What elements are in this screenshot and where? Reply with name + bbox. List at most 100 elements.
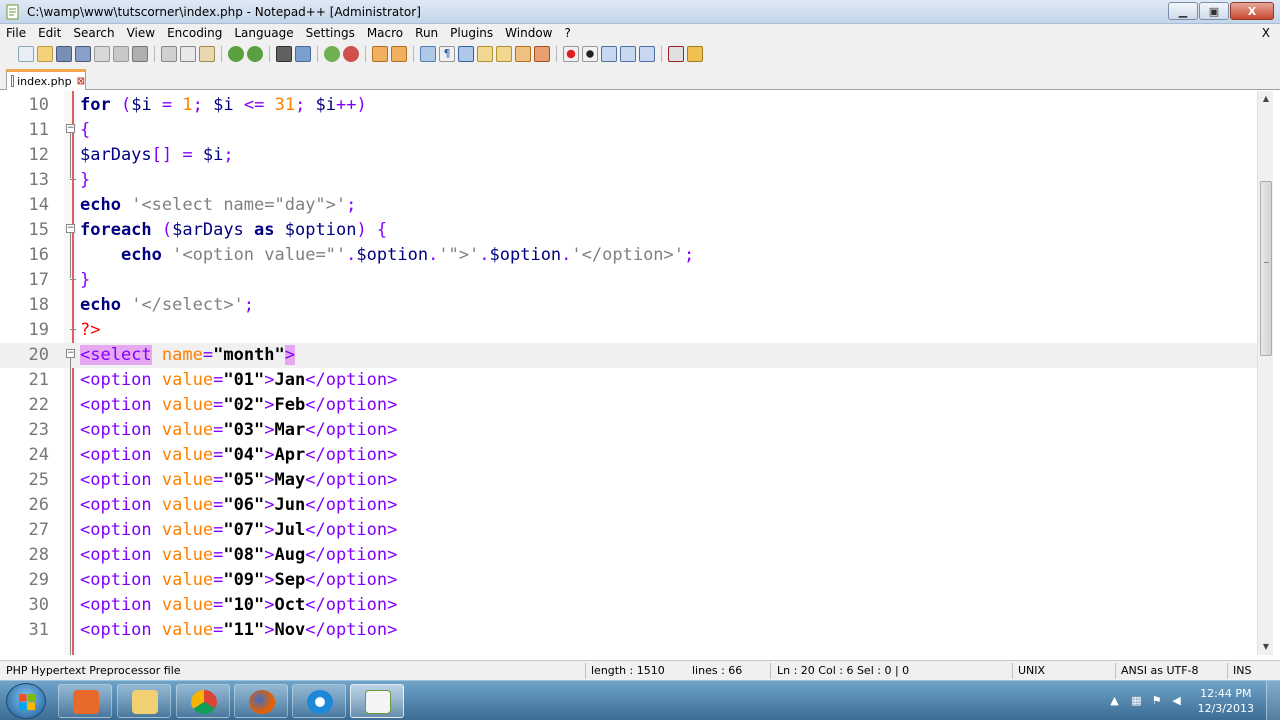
taskbar-chrome[interactable]: [176, 684, 230, 718]
document-map-icon[interactable]: [496, 46, 512, 62]
code-line[interactable]: 27 <option value="07">Jul</option>: [0, 518, 1257, 543]
zoom-out-icon[interactable]: [343, 46, 359, 62]
print-icon[interactable]: [132, 46, 148, 62]
close-all-icon[interactable]: [113, 46, 129, 62]
code-line[interactable]: 19 ?>: [0, 318, 1257, 343]
scroll-up-arrow-icon[interactable]: ▲: [1258, 91, 1274, 107]
menu-search[interactable]: Search: [67, 24, 120, 43]
record-macro-icon[interactable]: [563, 46, 579, 62]
open-file-icon[interactable]: [37, 46, 53, 62]
taskbar-internet-explorer[interactable]: [292, 684, 346, 718]
code-line[interactable]: 17 }: [0, 268, 1257, 293]
replace-icon[interactable]: [295, 46, 311, 62]
code-text: <option value="06">Jun</option>: [80, 495, 398, 515]
paste-icon[interactable]: [199, 46, 215, 62]
line-number: 20: [28, 345, 49, 365]
code-line[interactable]: 26 <option value="06">Jun</option>: [0, 493, 1257, 518]
indent-guide-icon[interactable]: [458, 46, 474, 62]
show-all-characters-icon[interactable]: ¶: [439, 46, 455, 62]
code-line[interactable]: 13 }: [0, 168, 1257, 193]
network-icon[interactable]: ▦: [1130, 694, 1143, 707]
menu-window[interactable]: Window: [499, 24, 558, 43]
code-line[interactable]: 29 <option value="09">Sep</option>: [0, 568, 1257, 593]
code-line[interactable]: 18 echo '</select>';: [0, 293, 1257, 318]
stop-recording-icon[interactable]: [582, 46, 598, 62]
playback-macro-icon[interactable]: [601, 46, 617, 62]
word-wrap-icon[interactable]: [420, 46, 436, 62]
code-line[interactable]: 30 <option value="10">Oct</option>: [0, 593, 1257, 618]
clock[interactable]: 12:44 PM 12/3/2013: [1198, 686, 1254, 716]
save-icon[interactable]: [56, 46, 72, 62]
code-line[interactable]: 14 echo '<select name="day">';: [0, 193, 1257, 218]
zoom-in-icon[interactable]: [324, 46, 340, 62]
menu-macro[interactable]: Macro: [361, 24, 409, 43]
menu-encoding[interactable]: Encoding: [161, 24, 228, 43]
undo-icon[interactable]: [228, 46, 244, 62]
code-text: echo '</select>';: [80, 295, 255, 315]
menu-plugins[interactable]: Plugins: [444, 24, 499, 43]
menu-file[interactable]: File: [0, 24, 32, 43]
code-line[interactable]: 16 echo '<option value="'.$option.'">'.$…: [0, 243, 1257, 268]
close-document-button[interactable]: X: [1262, 24, 1270, 43]
minimize-button[interactable]: ▁: [1168, 2, 1198, 20]
vertical-scrollbar[interactable]: ▲ ▼: [1257, 91, 1273, 655]
code-line[interactable]: 24 <option value="04">Apr</option>: [0, 443, 1257, 468]
fold-toggle-icon[interactable]: −: [66, 124, 75, 133]
menu-run[interactable]: Run: [409, 24, 444, 43]
line-number: 14: [28, 195, 49, 215]
taskbar-media-player[interactable]: [58, 684, 112, 718]
tab-index-php[interactable]: index.php ⊠: [6, 69, 86, 90]
show-desktop-button[interactable]: [1266, 681, 1280, 720]
code-line[interactable]: 25 <option value="05">May</option>: [0, 468, 1257, 493]
taskbar-notepad-plus-plus[interactable]: [350, 684, 404, 718]
menu-edit[interactable]: Edit: [32, 24, 67, 43]
spell-check-icon[interactable]: [668, 46, 684, 62]
menu-view[interactable]: View: [121, 24, 161, 43]
fold-toggle-icon[interactable]: −: [66, 224, 75, 233]
code-line[interactable]: 23 <option value="03">Mar</option>: [0, 418, 1257, 443]
code-text: <select name="month">: [80, 345, 296, 365]
code-line[interactable]: 15 − foreach ($arDays as $option) {: [0, 218, 1257, 243]
menu-help[interactable]: ?: [558, 24, 576, 43]
taskbar-firefox[interactable]: [234, 684, 288, 718]
sync-horizontal-icon[interactable]: [391, 46, 407, 62]
code-line[interactable]: 12 $arDays[] = $i;: [0, 143, 1257, 168]
scrollbar-thumb[interactable]: [1260, 181, 1272, 356]
code-editor[interactable]: 10 for ($i = 1; $i <= 31; $i++) 11 − { 1…: [0, 91, 1257, 655]
scroll-down-arrow-icon[interactable]: ▼: [1258, 639, 1274, 655]
line-number: 31: [28, 620, 49, 640]
copy-icon[interactable]: [180, 46, 196, 62]
action-center-icon[interactable]: ⚑: [1150, 694, 1163, 707]
code-line-current[interactable]: 20 − <select name="month">: [0, 343, 1257, 368]
toolbar-separator: [269, 46, 270, 62]
code-line[interactable]: 21 <option value="01">Jan</option>: [0, 368, 1257, 393]
close-button[interactable]: X: [1230, 2, 1274, 20]
run-macro-multiple-icon[interactable]: [620, 46, 636, 62]
code-line[interactable]: 22 <option value="02">Feb</option>: [0, 393, 1257, 418]
close-file-icon[interactable]: [94, 46, 110, 62]
redo-icon[interactable]: [247, 46, 263, 62]
find-icon[interactable]: [276, 46, 292, 62]
save-macro-icon[interactable]: [639, 46, 655, 62]
tab-close-icon[interactable]: ⊠: [77, 76, 85, 87]
sync-vertical-icon[interactable]: [372, 46, 388, 62]
volume-icon[interactable]: ◀: [1170, 694, 1183, 707]
start-button[interactable]: [6, 683, 46, 719]
fold-toggle-icon[interactable]: −: [66, 349, 75, 358]
save-all-icon[interactable]: [75, 46, 91, 62]
new-file-icon[interactable]: [18, 46, 34, 62]
code-line[interactable]: 11 − {: [0, 118, 1257, 143]
code-line[interactable]: 31 <option value="11">Nov</option>: [0, 618, 1257, 643]
folder-as-workspace-icon[interactable]: [534, 46, 550, 62]
show-hidden-icons-icon[interactable]: ▲: [1108, 694, 1121, 707]
taskbar-explorer[interactable]: [117, 684, 171, 718]
menu-language[interactable]: Language: [228, 24, 299, 43]
menu-settings[interactable]: Settings: [300, 24, 361, 43]
plugin-icon[interactable]: [687, 46, 703, 62]
user-language-icon[interactable]: [477, 46, 493, 62]
code-line[interactable]: 10 for ($i = 1; $i <= 31; $i++): [0, 93, 1257, 118]
function-list-icon[interactable]: [515, 46, 531, 62]
code-line[interactable]: 28 <option value="08">Aug</option>: [0, 543, 1257, 568]
maximize-button[interactable]: ▣: [1199, 2, 1229, 20]
cut-icon[interactable]: [161, 46, 177, 62]
